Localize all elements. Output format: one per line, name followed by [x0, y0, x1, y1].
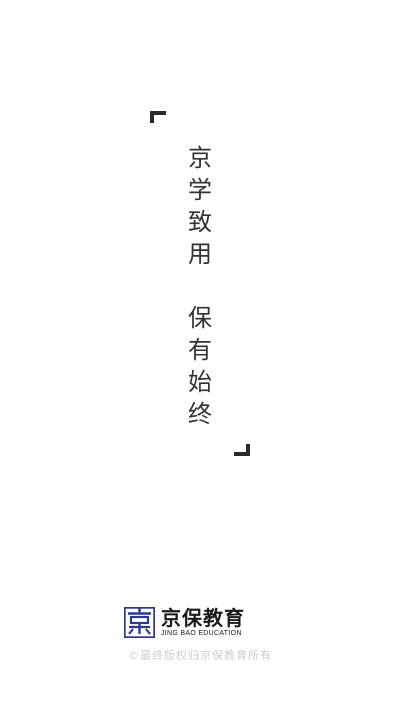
slogan-char: 致: [188, 208, 212, 236]
jingbao-logo-icon: [123, 605, 156, 639]
slogan-line-2: 保 有 始 终: [184, 302, 216, 430]
slogan-char: 用: [188, 240, 212, 268]
copyright-notice: ©最终版权归京保教育所有: [128, 649, 272, 662]
slogan-char: 始: [188, 368, 212, 396]
brand-logo: 京保教育 JING BAO EDUCATION: [123, 605, 278, 639]
slogan-char: 京: [188, 144, 212, 172]
slogan-char: 有: [188, 336, 212, 364]
brand-text: 京保教育 JING BAO EDUCATION: [161, 607, 245, 638]
slogan-char: 学: [188, 176, 212, 204]
brand-english-name: JING BAO EDUCATION: [161, 629, 242, 637]
slogan-line-1: 京 学 致 用: [184, 142, 216, 270]
corner-mark-top-left: [150, 111, 166, 123]
splash-screen: 京 学 致 用 保 有 始 终 京保教育 JING BAO EDUCATION: [0, 0, 400, 711]
brand-name: 京保教育: [161, 605, 245, 630]
corner-mark-bottom-right: [234, 444, 250, 456]
slogan-char: 终: [188, 400, 212, 428]
slogan-char: 保: [188, 304, 212, 332]
